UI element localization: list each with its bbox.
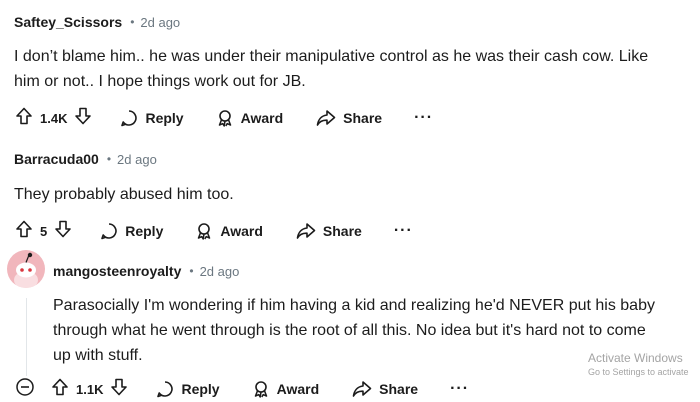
comment-body-line: up with stuff. — [53, 347, 143, 364]
comment-body-line: through what he went through is the root… — [53, 322, 646, 339]
meta-separator: • — [130, 15, 135, 29]
more-options-button[interactable]: ··· — [450, 381, 469, 397]
share-label: Share — [379, 381, 419, 397]
vote-control: 1.1K — [51, 378, 128, 401]
comment-body: I don’t blame him.. he was under their m… — [14, 44, 648, 94]
comment-actions: 1.4K Reply Award Share ··· — [15, 106, 433, 130]
comment-timestamp[interactable]: 2d ago — [200, 264, 240, 279]
speech-bubble-icon — [156, 380, 174, 398]
more-options-button[interactable]: ··· — [394, 223, 413, 239]
reply-button[interactable]: Reply — [100, 222, 163, 240]
comment-body-line: Parasocially I'm wondering if him having… — [53, 297, 655, 314]
vote-score: 1.1K — [76, 381, 104, 397]
meta-separator: • — [189, 264, 194, 278]
comment-author[interactable]: mangosteenroyalty — [53, 263, 181, 279]
reply-button[interactable]: Reply — [120, 109, 184, 127]
award-ribbon-icon — [252, 380, 270, 398]
reply-label: Reply — [145, 110, 184, 126]
reply-button[interactable]: Reply — [156, 380, 220, 398]
upvote-arrow-icon[interactable] — [15, 220, 33, 243]
share-button[interactable]: Share — [352, 380, 418, 398]
more-options-button[interactable]: ··· — [414, 110, 433, 126]
award-label: Award — [276, 381, 320, 397]
comment-body-line: I don’t blame him.. he was under their m… — [14, 48, 649, 65]
collapse-minus-icon[interactable] — [15, 377, 35, 402]
award-ribbon-icon — [216, 109, 234, 127]
award-ribbon-icon — [195, 222, 213, 240]
share-button[interactable]: Share — [316, 109, 382, 127]
comment-timestamp[interactable]: 2d ago — [140, 15, 180, 30]
share-arrow-icon — [352, 380, 372, 398]
reply-label: Reply — [181, 381, 220, 397]
award-button[interactable]: Award — [216, 109, 284, 127]
snoo-avatar[interactable] — [7, 250, 45, 288]
comment-meta: mangosteenroyalty • 2d ago — [53, 263, 239, 279]
award-label: Award — [240, 110, 284, 126]
watermark-title: Activate Windows — [588, 351, 683, 365]
vote-control: 1.4K — [15, 107, 92, 130]
vote-score: 5 — [40, 223, 48, 239]
award-button[interactable]: Award — [252, 380, 320, 398]
downvote-arrow-icon[interactable] — [54, 220, 72, 243]
watermark-subtitle: Go to Settings to activate — [588, 367, 689, 377]
vote-score: 1.4K — [40, 110, 68, 126]
share-button[interactable]: Share — [296, 222, 362, 240]
comment-actions: 5 Reply Award Share ··· — [15, 219, 413, 243]
comment-meta: Barracuda00 • 2d ago — [14, 151, 157, 167]
comment-author[interactable]: Barracuda00 — [14, 151, 99, 167]
downvote-arrow-icon[interactable] — [74, 107, 92, 130]
speech-bubble-icon — [100, 222, 118, 240]
meta-separator: • — [106, 152, 112, 166]
comment-actions: 1.1K Reply Award Share ··· — [15, 377, 469, 401]
comment-body-line: They probably abused him too. — [14, 186, 234, 203]
thread-line[interactable] — [26, 298, 27, 376]
comment-meta: Saftey_Scissors • 2d ago — [14, 14, 180, 30]
speech-bubble-icon — [120, 109, 138, 127]
award-button[interactable]: Award — [195, 222, 263, 240]
share-label: Share — [322, 223, 362, 239]
downvote-arrow-icon[interactable] — [110, 378, 128, 401]
comment-body: Parasocially I'm wondering if him having… — [53, 293, 655, 368]
award-label: Award — [220, 223, 263, 239]
upvote-arrow-icon[interactable] — [51, 378, 69, 401]
share-arrow-icon — [316, 109, 336, 127]
comment-body: They probably abused him too. — [14, 182, 234, 207]
comment-body-line: him or not.. I hope things work out for … — [14, 73, 306, 90]
share-arrow-icon — [296, 222, 316, 240]
reply-label: Reply — [125, 223, 164, 239]
upvote-arrow-icon[interactable] — [15, 107, 33, 130]
activate-windows-watermark: Activate Windows Go to Settings to activ… — [588, 351, 689, 377]
share-label: Share — [343, 110, 383, 126]
comment-timestamp[interactable]: 2d ago — [117, 152, 157, 167]
comment-author[interactable]: Saftey_Scissors — [14, 14, 122, 30]
vote-control: 5 — [15, 220, 72, 243]
